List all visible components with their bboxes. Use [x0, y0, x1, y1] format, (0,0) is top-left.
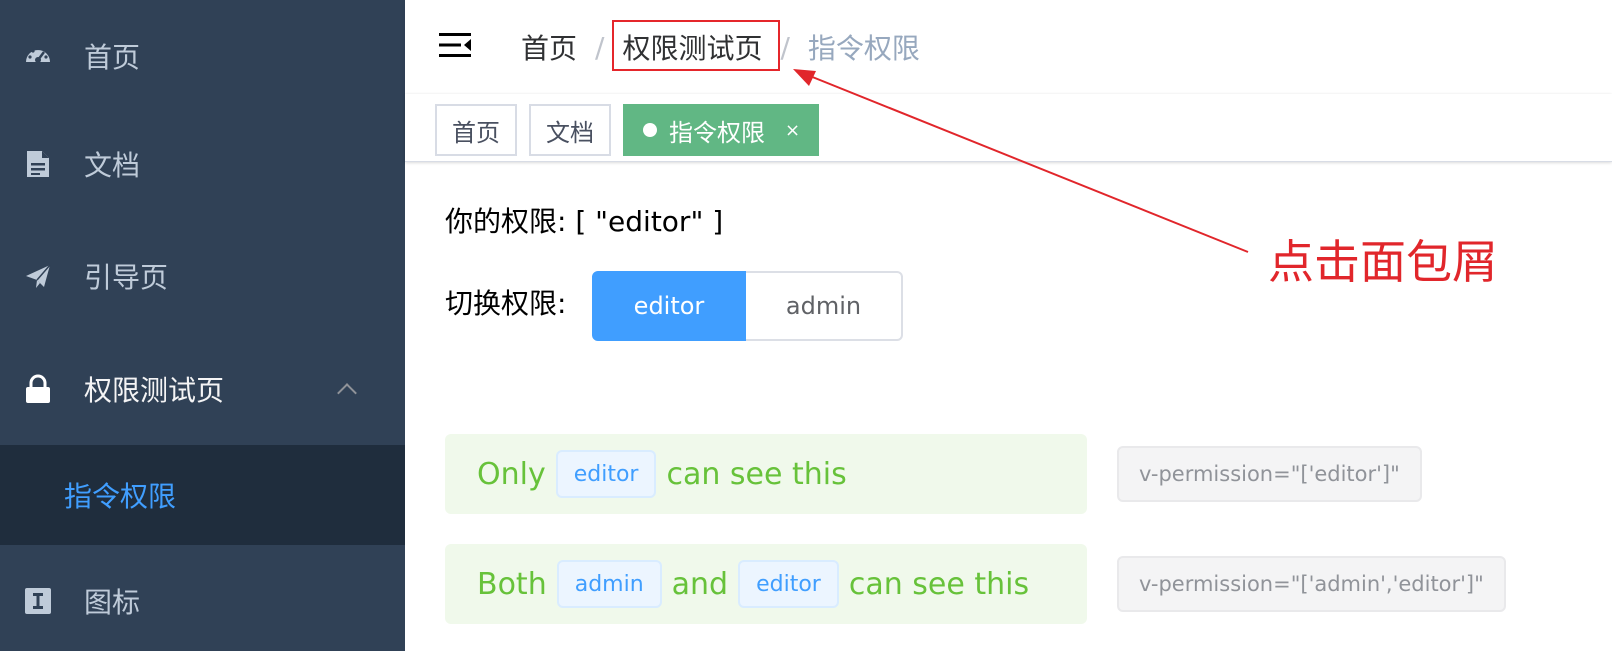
paper-plane-icon — [22, 260, 54, 292]
sidebar-item-label: 图标 — [84, 586, 141, 619]
sidebar-item-guide[interactable]: 引导页 — [0, 220, 405, 332]
switch-permission-label: 切换权限: — [445, 287, 567, 320]
annotation-text: 点击面包屑 — [1268, 235, 1498, 289]
permission-box-both: Both admin and editor can see this — [445, 544, 1087, 624]
role-tag-editor: editor — [738, 560, 839, 608]
tags-view: 首页 文档 指令权限 × — [405, 94, 1612, 162]
box-text: Both — [477, 566, 547, 602]
sidebar-item-permission[interactable]: 权限测试页 — [0, 333, 405, 445]
sidebar-item-icons[interactable]: 图标 — [0, 545, 405, 651]
permission-box-editor: Only editor can see this — [445, 434, 1087, 514]
box-text: can see this — [848, 566, 1030, 602]
sidebar-item-label: 引导页 — [84, 261, 169, 294]
dashboard-icon — [22, 40, 54, 72]
role-tag-admin: admin — [556, 560, 662, 608]
radio-editor[interactable]: editor — [592, 271, 746, 341]
code-tag: v-permission="['editor']" — [1117, 446, 1422, 502]
tag-label: 首页 — [452, 118, 500, 147]
icon-font-icon — [22, 585, 54, 617]
lock-icon — [22, 373, 54, 405]
hamburger-icon[interactable] — [439, 30, 471, 60]
sidebar-item-home[interactable]: 首页 — [0, 0, 405, 112]
breadcrumb-item-home[interactable]: 首页 — [521, 27, 577, 67]
sidebar-item-documentation[interactable]: 文档 — [0, 108, 405, 220]
permission-radio-group: editor admin — [592, 271, 903, 341]
breadcrumb-separator: / — [595, 30, 605, 64]
document-icon — [22, 148, 54, 180]
tag-label: 指令权限 — [669, 118, 765, 147]
breadcrumb-item-current: 指令权限 — [807, 32, 920, 65]
sidebar-item-label: 首页 — [84, 41, 141, 74]
tag-home[interactable]: 首页 — [435, 104, 517, 156]
tag-label: 文档 — [546, 118, 594, 147]
breadcrumb: 首页 / 权限测试页 / 指令权限 — [521, 0, 920, 94]
breadcrumb-item-permission[interactable]: 权限测试页 — [622, 27, 762, 67]
close-icon[interactable]: × — [785, 120, 800, 141]
sidebar-item-label: 文档 — [84, 149, 141, 182]
tag-directive-permission[interactable]: 指令权限 × — [623, 104, 819, 156]
sidebar-subitem-label: 指令权限 — [64, 480, 177, 513]
box-text: can see this — [666, 456, 847, 492]
sidebar-subitem-directive-permission[interactable]: 指令权限 — [0, 445, 405, 545]
chevron-up-icon — [337, 383, 357, 403]
navbar: 首页 / 权限测试页 / 指令权限 — [405, 0, 1612, 94]
breadcrumb-separator: / — [780, 30, 790, 64]
radio-admin[interactable]: admin — [746, 271, 903, 341]
active-dot-icon — [643, 123, 657, 137]
current-permission-text: 你的权限: [ "editor" ] — [445, 205, 724, 238]
sidebar-item-label: 权限测试页 — [84, 374, 225, 407]
tag-documentation[interactable]: 文档 — [529, 104, 611, 156]
box-text: Only — [477, 456, 546, 492]
code-tag: v-permission="['admin','editor']" — [1117, 556, 1506, 612]
role-tag-editor: editor — [555, 450, 657, 498]
sidebar: 首页 文档 引导页 权限测试页 指令权限 图标 — [0, 0, 405, 651]
box-text: and — [671, 566, 729, 602]
